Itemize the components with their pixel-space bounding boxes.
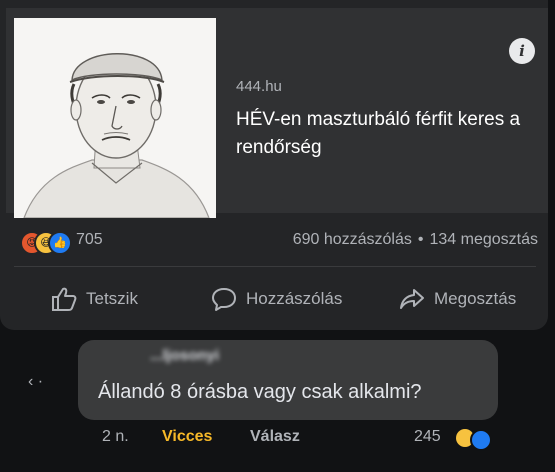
comment-text: Állandó 8 órásba vagy csak alkalmi?: [98, 381, 422, 403]
comment-reply-button[interactable]: Válasz: [250, 428, 300, 446]
info-icon[interactable]: i: [509, 38, 535, 64]
suspect-sketch-image: [14, 18, 216, 218]
like-reaction-icon: [470, 429, 492, 451]
link-domain: 444.hu: [236, 78, 282, 95]
reactions-summary[interactable]: 😡 😆 👍 705 690 hozzászólás • 134 megosztás: [0, 228, 548, 256]
comment-reaction-count[interactable]: 245: [414, 428, 441, 446]
link-title[interactable]: HÉV-en maszturbáló férfit keres a rendőr…: [236, 106, 546, 162]
post-card: i 444.hu HÉV-en maszturbáló férfit keres…: [0, 0, 548, 330]
comment-timestamp[interactable]: 2 n.: [102, 428, 129, 446]
share-button-label: Megosztás: [434, 289, 517, 308]
share-count-link[interactable]: 134 megosztás: [429, 231, 538, 248]
speech-bubble-icon: [212, 288, 236, 311]
comment-bubble[interactable]: [78, 340, 498, 420]
comment-author-name[interactable]: ...ljosonyi: [150, 347, 219, 364]
comment-button-label: Hozzászólás: [246, 289, 343, 308]
link-thumbnail-sketch[interactable]: [14, 18, 216, 218]
share-arrow-icon: [400, 289, 424, 309]
thread-indicator: ‹ ·: [28, 373, 44, 390]
divider: [14, 266, 536, 267]
reaction-count[interactable]: 705: [76, 231, 103, 249]
stats-separator: •: [417, 231, 424, 248]
thumbs-up-icon: [52, 287, 77, 311]
comment-count-link[interactable]: 690 hozzászólás: [293, 231, 412, 248]
like-reaction-icon: 👍: [48, 231, 72, 255]
link-preview[interactable]: i 444.hu HÉV-en maszturbáló férfit keres…: [6, 8, 548, 218]
post-stats: 690 hozzászólás • 134 megosztás: [293, 231, 538, 249]
like-button-label: Tetszik: [86, 289, 138, 308]
comment-reaction-button[interactable]: Vicces: [162, 428, 212, 446]
